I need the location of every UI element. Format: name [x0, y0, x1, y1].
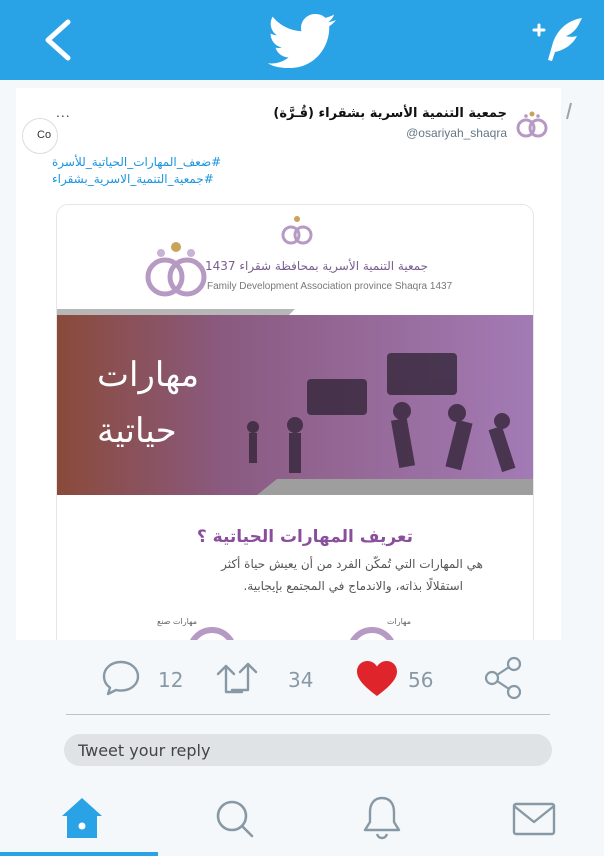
bottom-nav: [0, 780, 604, 856]
retweet-button[interactable]: 34: [214, 658, 324, 698]
side-account-logo[interactable]: Co: [22, 118, 58, 154]
skill-circle-icon: [350, 627, 394, 640]
org-small-logo-icon: [281, 216, 313, 245]
hashtag-link[interactable]: #جمعية_التنمية_الاسرية_بشقراء: [52, 171, 221, 188]
org-name-english: Family Development Association province …: [207, 281, 453, 292]
account-display-name[interactable]: جمعية التنمية الأسرية بشقراء (قُـرَّة): [273, 106, 507, 121]
notifications-icon[interactable]: [358, 794, 406, 842]
definition-text: هي المهارات التي تُمكّن الفرد من أن يعيش…: [221, 557, 483, 571]
messages-icon[interactable]: [510, 794, 558, 842]
tweet-image[interactable]: جمعية التنمية الأسرية بمحافظة شقراء 1437…: [56, 204, 534, 641]
reply-button[interactable]: 12: [102, 658, 192, 698]
reply-box[interactable]: [64, 734, 552, 766]
tweet-actions: 12 34 56: [0, 640, 604, 712]
like-count: 56: [408, 668, 434, 692]
skill-label: مهارات صنع: [157, 617, 198, 626]
reply-input[interactable]: [64, 734, 552, 766]
banner-title-line1: مهارات: [97, 355, 200, 395]
tweet-card[interactable]: Co ... جمعية التنمية الأسرية بشقراء (قُـ…: [16, 88, 561, 641]
life-skills-banner: [57, 309, 533, 495]
side-logo-text: Co: [37, 129, 52, 141]
compose-tweet-icon[interactable]: [528, 16, 586, 64]
org-name-arabic: جمعية التنمية الأسرية بمحافظة شقراء 1437: [205, 259, 429, 273]
retweet-icon: [216, 662, 258, 694]
reply-count: 12: [158, 668, 184, 692]
retweet-count: 34: [288, 668, 314, 692]
hashtag-link[interactable]: #ضعف_المهارات_الحياتية_للأسرة: [52, 154, 221, 171]
more-options-icon[interactable]: ...: [56, 104, 71, 120]
account-handle[interactable]: @osariyah_shaqra: [406, 126, 507, 140]
divider: [66, 714, 550, 715]
banner-title-line2: حياتية: [97, 411, 177, 451]
skill-circle-icon: [190, 627, 234, 640]
top-app-bar: [0, 0, 604, 80]
scrollbar-handle[interactable]: [566, 102, 572, 120]
definition-text: استقلالًا بذاته، والاندماج في المجتمع بإ…: [243, 579, 463, 593]
reply-bubble-icon: [102, 660, 140, 696]
home-icon[interactable]: [58, 794, 106, 842]
twitter-bird-icon: [268, 14, 336, 68]
tweet-text: #ضعف_المهارات_الحياتية_للأسرة #جمعية_الت…: [52, 154, 221, 188]
search-icon[interactable]: [210, 794, 258, 842]
avatar[interactable]: [515, 108, 549, 140]
chevron-left-icon[interactable]: [36, 16, 82, 64]
image-header: جمعية التنمية الأسرية بمحافظة شقراء 1437…: [57, 205, 533, 309]
skill-label: مهارات: [387, 617, 412, 626]
like-button[interactable]: 56: [356, 658, 466, 698]
org-large-logo-icon: [145, 242, 207, 297]
share-icon[interactable]: [484, 656, 524, 700]
heart-icon: [357, 661, 397, 696]
definition-title: تعريف المهارات الحياتية ؟: [196, 527, 413, 547]
active-tab-indicator: [0, 852, 158, 856]
